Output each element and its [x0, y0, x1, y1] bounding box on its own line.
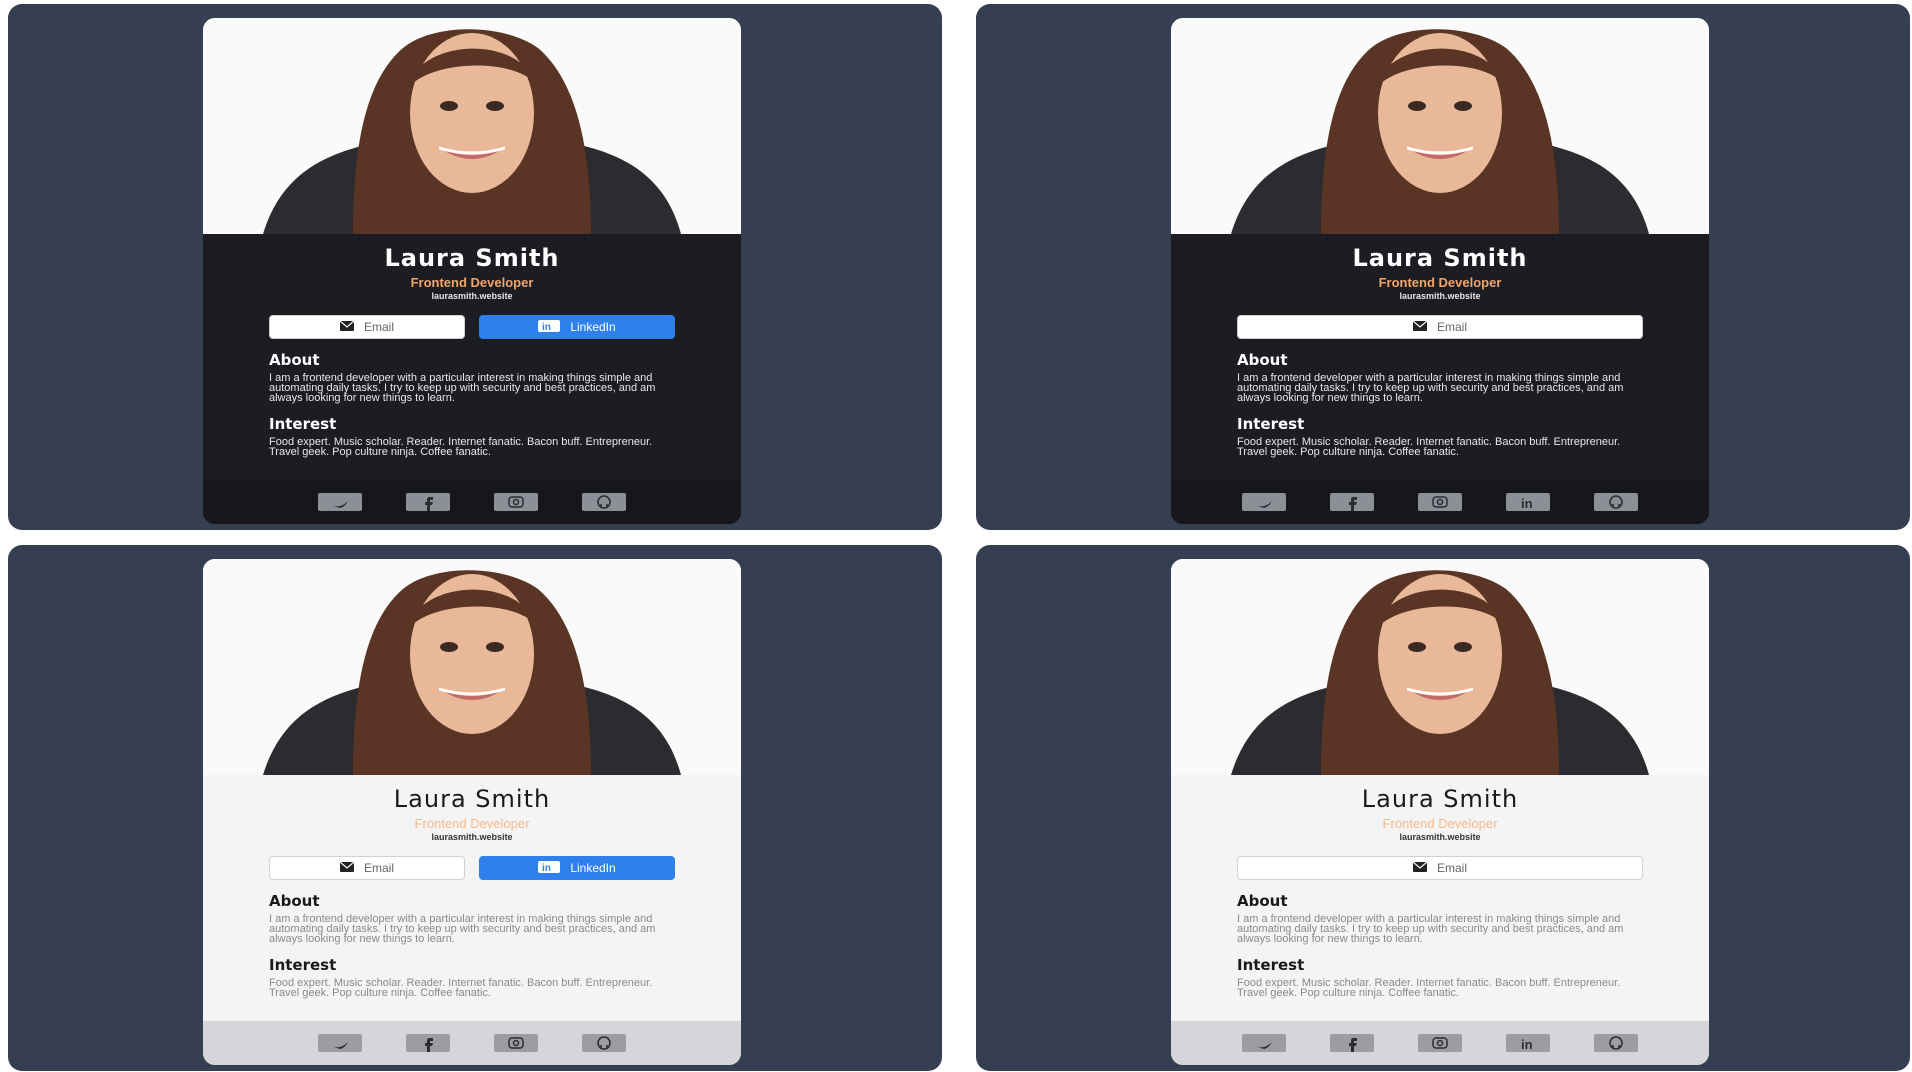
- facebook-icon[interactable]: [406, 1034, 450, 1052]
- facebook-icon[interactable]: [1330, 1034, 1374, 1052]
- profile-photo: [1171, 559, 1709, 775]
- about-heading: About: [1237, 892, 1288, 910]
- profile-photo: [1171, 18, 1709, 234]
- linkedin-icon: in: [538, 319, 561, 335]
- portrait-illustration: [203, 18, 741, 234]
- linkedin-label: LinkedIn: [570, 320, 616, 334]
- interest-heading: Interest: [269, 415, 337, 433]
- twitter-icon[interactable]: [318, 493, 362, 511]
- instagram-icon[interactable]: [1418, 493, 1462, 511]
- profile-card: Laura Smith Frontend Developer laurasmit…: [203, 559, 741, 1065]
- instagram-icon[interactable]: [494, 1034, 538, 1052]
- panel-dark-email-only: Laura Smith Frontend Developer laurasmit…: [976, 4, 1910, 530]
- svg-text:in: in: [542, 322, 551, 332]
- github-icon[interactable]: [582, 1034, 626, 1052]
- profile-name: Laura Smith: [384, 244, 560, 272]
- facebook-icon[interactable]: [406, 493, 450, 511]
- interest-text: Food expert. Music scholar. Reader. Inte…: [1237, 436, 1621, 458]
- profile-website[interactable]: laurasmith.website: [269, 291, 675, 301]
- about-text: I am a frontend developer with a particu…: [1237, 913, 1624, 945]
- interest-text: Food expert. Music scholar. Reader. Inte…: [269, 977, 653, 999]
- twitter-icon[interactable]: [1242, 493, 1286, 511]
- panel-light-with-linkedin: Laura Smith Frontend Developer laurasmit…: [8, 545, 942, 1071]
- portrait-illustration: [203, 559, 741, 775]
- social-footer: [203, 480, 741, 524]
- interest-text: Food expert. Music scholar. Reader. Inte…: [269, 436, 653, 458]
- card-info: Laura Smith Frontend Developer laurasmit…: [203, 234, 741, 480]
- contact-buttons: Email: [1237, 856, 1643, 880]
- card-info: Laura Smith Frontend Developer laurasmit…: [1171, 775, 1709, 1021]
- card-info: Laura Smith Frontend Developer laurasmit…: [203, 775, 741, 1021]
- twitter-icon[interactable]: [1242, 1034, 1286, 1052]
- linkedin-icon[interactable]: in: [1506, 493, 1550, 511]
- about-text: I am a frontend developer with a particu…: [1237, 372, 1624, 404]
- interest-heading: Interest: [1237, 956, 1305, 974]
- linkedin-button[interactable]: in LinkedIn: [479, 315, 675, 339]
- twitter-icon[interactable]: [318, 1034, 362, 1052]
- profile-website[interactable]: laurasmith.website: [1237, 832, 1643, 842]
- profile-photo: [203, 18, 741, 234]
- envelope-icon: [1412, 320, 1428, 334]
- profile-name: Laura Smith: [1352, 244, 1528, 272]
- about-heading: About: [269, 351, 320, 369]
- panel-dark-with-linkedin: Laura Smith Frontend Developer laurasmit…: [8, 4, 942, 530]
- portrait-illustration: [1171, 18, 1709, 234]
- email-button[interactable]: Email: [269, 315, 465, 339]
- contact-buttons: Email in LinkedIn: [269, 856, 675, 880]
- profile-name: Laura Smith: [393, 785, 551, 813]
- profile-role: Frontend Developer: [1378, 275, 1502, 290]
- profile-role: Frontend Developer: [1382, 816, 1498, 831]
- svg-text:in: in: [542, 863, 551, 873]
- email-button[interactable]: Email: [269, 856, 465, 880]
- profile-card: Laura Smith Frontend Developer laurasmit…: [1171, 18, 1709, 524]
- social-footer: in: [1171, 1021, 1709, 1065]
- envelope-icon: [1412, 861, 1428, 875]
- profile-website[interactable]: laurasmith.website: [269, 832, 675, 842]
- panel-light-email-only: Laura Smith Frontend Developer laurasmit…: [976, 545, 1910, 1071]
- github-icon[interactable]: [1594, 1034, 1638, 1052]
- card-info: Laura Smith Frontend Developer laurasmit…: [1171, 234, 1709, 480]
- about-heading: About: [1237, 351, 1288, 369]
- linkedin-icon: in: [538, 860, 561, 876]
- interest-heading: Interest: [1237, 415, 1305, 433]
- linkedin-label: LinkedIn: [570, 861, 616, 875]
- linkedin-button[interactable]: in LinkedIn: [479, 856, 675, 880]
- email-label: Email: [1436, 320, 1467, 334]
- svg-text:in: in: [1521, 1037, 1533, 1052]
- profile-photo: [203, 559, 741, 775]
- github-icon[interactable]: [582, 493, 626, 511]
- linkedin-icon[interactable]: in: [1506, 1034, 1550, 1052]
- email-label: Email: [363, 861, 394, 875]
- email-label: Email: [363, 320, 394, 334]
- email-label: Email: [1436, 861, 1467, 875]
- instagram-icon[interactable]: [1418, 1034, 1462, 1052]
- email-button[interactable]: Email: [1237, 315, 1643, 339]
- svg-text:in: in: [1521, 496, 1533, 511]
- about-text: I am a frontend developer with a particu…: [269, 913, 656, 945]
- portrait-illustration: [1171, 559, 1709, 775]
- email-button[interactable]: Email: [1237, 856, 1643, 880]
- profile-name: Laura Smith: [1361, 785, 1519, 813]
- profile-card: Laura Smith Frontend Developer laurasmit…: [1171, 559, 1709, 1065]
- about-text: I am a frontend developer with a particu…: [269, 372, 656, 404]
- interest-text: Food expert. Music scholar. Reader. Inte…: [1237, 977, 1621, 999]
- github-icon[interactable]: [1594, 493, 1638, 511]
- facebook-icon[interactable]: [1330, 493, 1374, 511]
- contact-buttons: Email in LinkedIn: [269, 315, 675, 339]
- envelope-icon: [339, 320, 355, 334]
- interest-heading: Interest: [269, 956, 337, 974]
- social-footer: in: [1171, 480, 1709, 524]
- profile-website[interactable]: laurasmith.website: [1237, 291, 1643, 301]
- profile-role: Frontend Developer: [410, 275, 534, 290]
- envelope-icon: [339, 861, 355, 875]
- contact-buttons: Email: [1237, 315, 1643, 339]
- instagram-icon[interactable]: [494, 493, 538, 511]
- profile-role: Frontend Developer: [414, 816, 530, 831]
- profile-card: Laura Smith Frontend Developer laurasmit…: [203, 18, 741, 524]
- social-footer: [203, 1021, 741, 1065]
- about-heading: About: [269, 892, 320, 910]
